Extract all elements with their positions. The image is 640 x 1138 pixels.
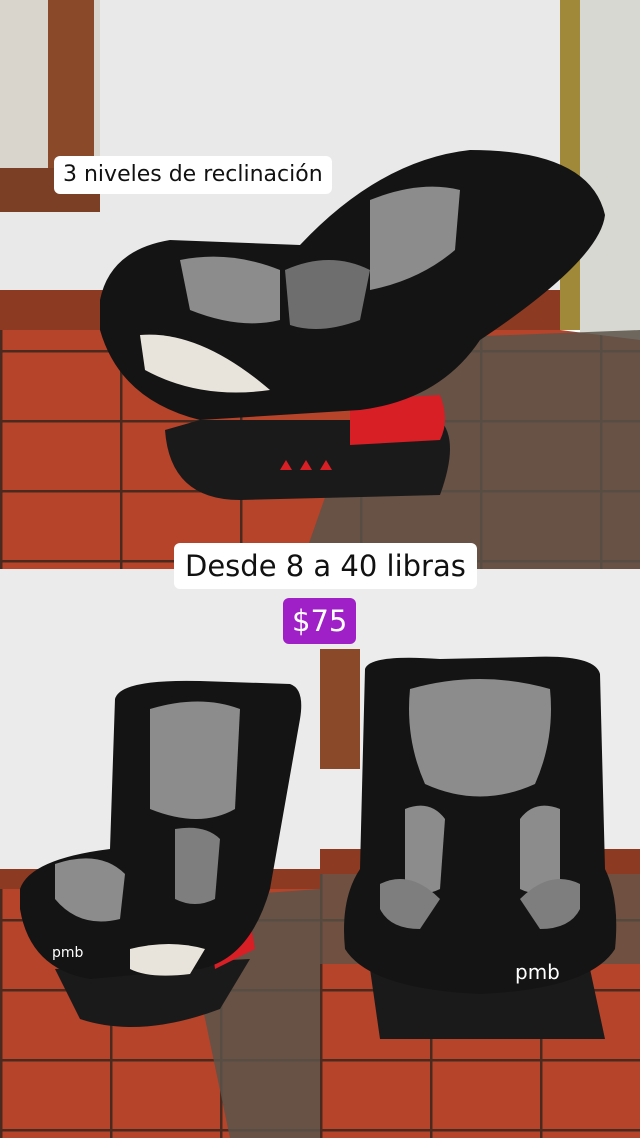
price-badge: $75: [283, 598, 357, 644]
photo-car-seat-front: pmb: [320, 569, 640, 1138]
seat-logo-front: pmb: [515, 960, 560, 984]
photo-car-seat-three-quarter: pmb: [0, 569, 320, 1138]
caption-weight-range: Desde 8 a 40 libras: [174, 543, 477, 589]
seat-logo-side: pmb: [52, 945, 84, 961]
photo-car-seat-reclined: [0, 0, 640, 569]
caption-recline-levels: 3 niveles de reclinación: [54, 156, 332, 194]
